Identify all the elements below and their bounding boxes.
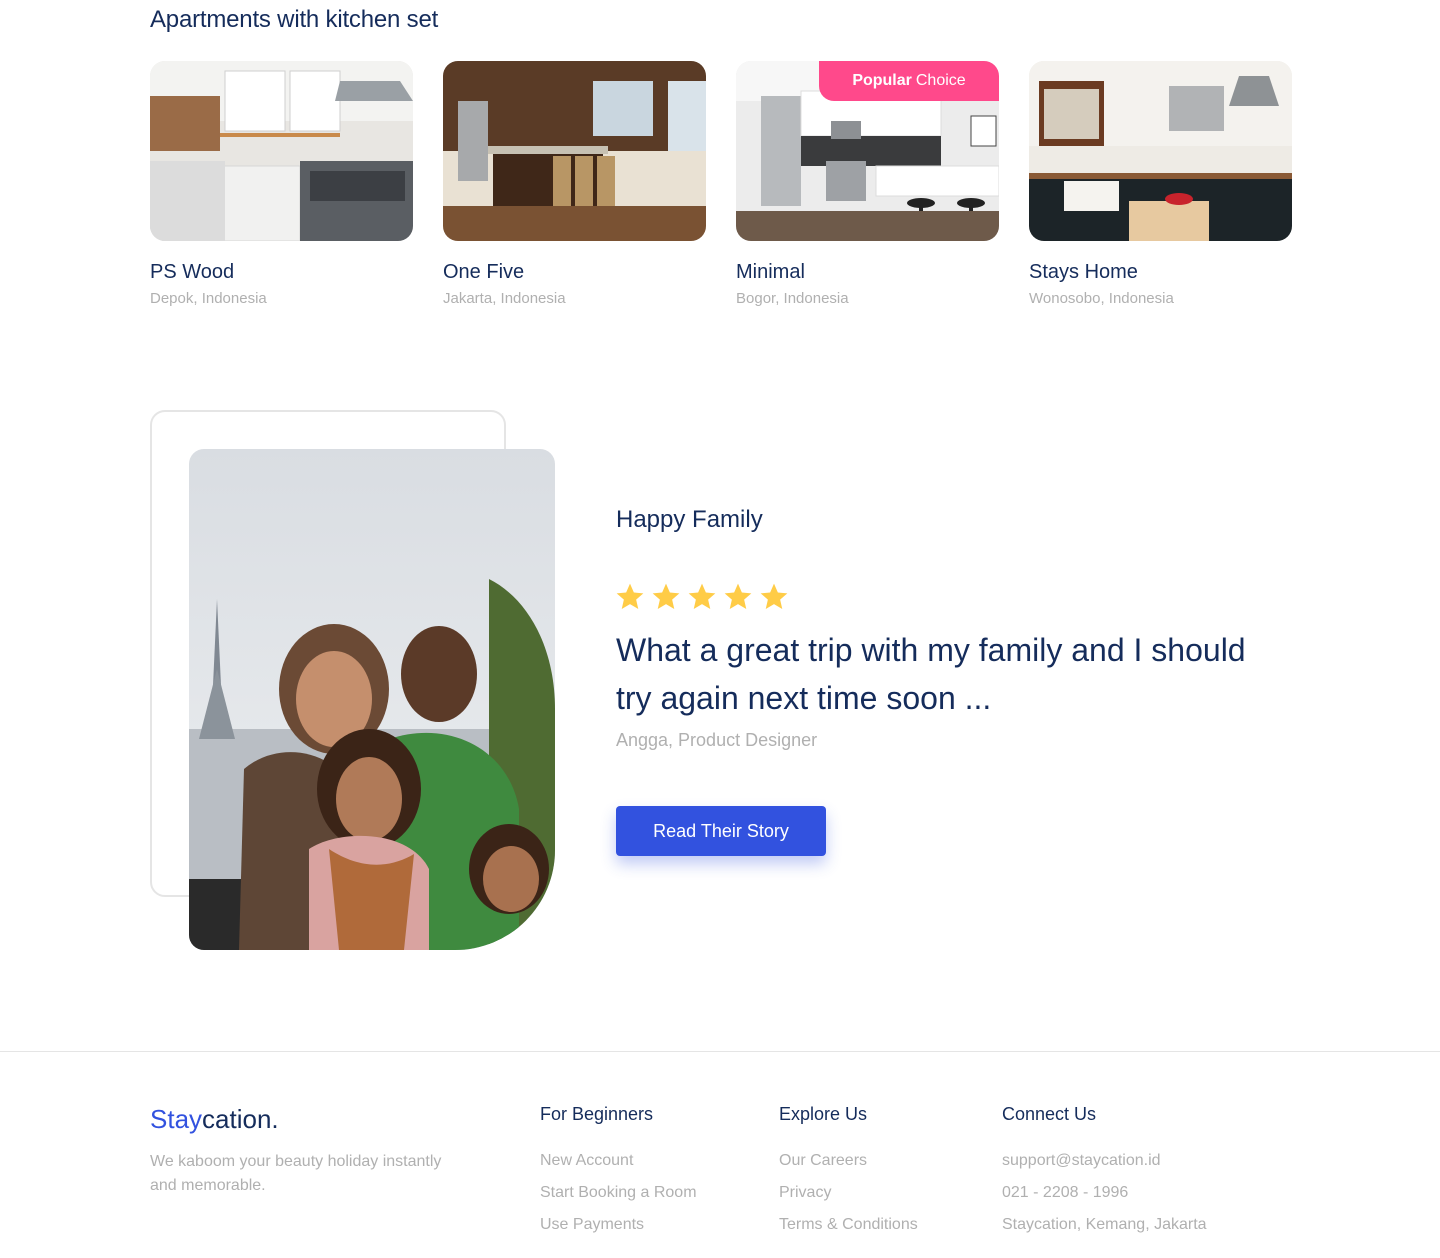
- apartment-cards: PS Wood Depok, Indonesia One Five Jakart…: [150, 61, 1292, 307]
- footer-link-phone[interactable]: 021 - 2208 - 1996: [1002, 1184, 1128, 1201]
- footer-column-title: For Beginners: [540, 1104, 654, 1124]
- apartment-location: Bogor, Indonesia: [736, 290, 849, 307]
- badge-strong-text: Popular: [852, 72, 912, 89]
- footer-link-address[interactable]: Staycation, Kemang, Jakarta: [1002, 1216, 1207, 1233]
- testimonial-author: Angga, Product Designer: [616, 730, 818, 750]
- brand-rest: cation.: [202, 1104, 279, 1134]
- apartment-photo[interactable]: [1029, 61, 1292, 241]
- star-icon: [724, 583, 752, 609]
- kitchen-image-white: [150, 61, 413, 241]
- badge-light-text: Choice: [915, 72, 966, 89]
- kitchen-image-classic: [1029, 61, 1292, 241]
- apartment-name: Stays Home: [1029, 261, 1138, 283]
- apartment-name: One Five: [443, 261, 525, 283]
- testimonial-quote: What a great trip with my family and I s…: [616, 632, 1246, 716]
- section-title: Apartments with kitchen set: [150, 6, 439, 33]
- apartment-location: Jakarta, Indonesia: [443, 290, 566, 307]
- footer-column-beginners: For Beginners New Account Start Booking …: [540, 1104, 697, 1241]
- footer-divider: [0, 1051, 1440, 1052]
- apartment-location: Wonosobo, Indonesia: [1029, 290, 1174, 307]
- brand-tagline: We kaboom your beauty holiday instantly …: [150, 1153, 442, 1194]
- apartment-photo[interactable]: [443, 61, 706, 241]
- footer-link-email[interactable]: support@staycation.id: [1002, 1152, 1161, 1169]
- kitchen-image-wood: [443, 61, 706, 241]
- brand-logo[interactable]: Staycation.: [150, 1104, 279, 1135]
- apartment-card[interactable]: One Five Jakarta, Indonesia: [443, 61, 706, 307]
- popular-choice-badge: Popular Choice: [819, 61, 999, 101]
- footer-column-title: Connect Us: [1002, 1104, 1097, 1124]
- apartment-photo[interactable]: [150, 61, 413, 241]
- footer-link-start-booking[interactable]: Start Booking a Room: [540, 1184, 697, 1201]
- star-icon: [760, 583, 788, 609]
- footer-column-explore: Explore Us Our Careers Privacy Terms & C…: [779, 1104, 918, 1241]
- footer-column-title: Explore Us: [779, 1104, 868, 1124]
- footer-link-privacy[interactable]: Privacy: [779, 1184, 831, 1201]
- testimonial-title: Happy Family: [616, 506, 763, 533]
- brand-accent: Stay: [150, 1104, 203, 1134]
- read-story-button[interactable]: Read Their Story: [616, 806, 826, 856]
- star-icon: [616, 583, 644, 609]
- star-icon: [652, 583, 680, 609]
- apartment-card[interactable]: PS Wood Depok, Indonesia: [150, 61, 413, 307]
- star-icon: [688, 583, 716, 609]
- footer-link-new-account[interactable]: New Account: [540, 1152, 633, 1169]
- apartment-name: PS Wood: [150, 261, 235, 283]
- rating-stars: [614, 580, 790, 614]
- footer-link-careers[interactable]: Our Careers: [779, 1152, 867, 1169]
- footer-link-use-payments[interactable]: Use Payments: [540, 1216, 644, 1233]
- footer-link-terms[interactable]: Terms & Conditions: [779, 1216, 918, 1233]
- apartment-location: Depok, Indonesia: [150, 290, 267, 307]
- footer-column-connect: Connect Us support@staycation.id 021 - 2…: [1002, 1104, 1207, 1241]
- family-image: [189, 449, 555, 950]
- apartment-name: Minimal: [736, 261, 805, 283]
- apartment-card[interactable]: Stays Home Wonosobo, Indonesia: [1029, 61, 1292, 307]
- apartment-card[interactable]: Popular Choice Minimal Bogor, Indonesia: [736, 61, 999, 307]
- family-photo: [189, 449, 555, 950]
